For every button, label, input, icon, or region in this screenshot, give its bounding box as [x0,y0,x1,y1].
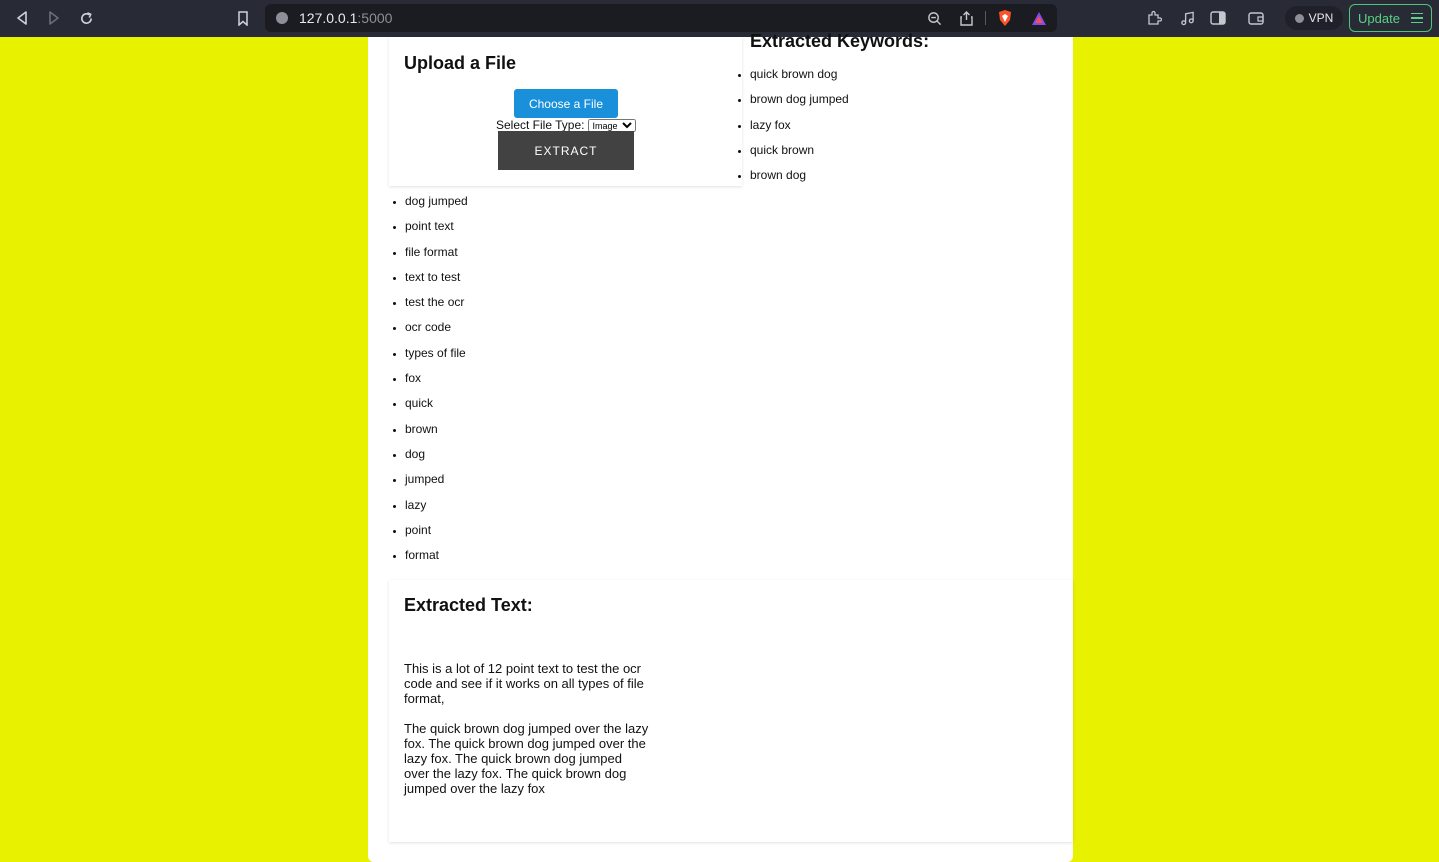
keyword-item: test the ocr [405,293,468,318]
keyword-item: file format [405,243,468,268]
keyword-item: lazy [405,496,468,521]
extract-button[interactable]: EXTRACT [498,131,634,170]
wallet-icon[interactable] [1246,8,1266,28]
keywords-list-left: dog jumpedpoint textfile formattext to t… [405,192,468,571]
keyword-item: text to test [405,268,468,293]
keyword-item: types of file [405,344,468,369]
keyword-item: jumped [405,470,468,495]
keyword-item: fox [405,369,468,394]
vpn-label: VPN [1308,11,1334,25]
keyword-item: quick brown [750,141,849,166]
keyword-item: lazy fox [750,116,849,141]
sidebar-icon[interactable] [1208,8,1228,28]
keyword-item: quick brown dog [750,65,849,90]
choose-file-button[interactable]: Choose a File [514,89,618,118]
extracted-paragraph: The quick brown dog jumped over the lazy… [404,721,649,796]
file-type-row: Select File Type: Image [496,118,636,132]
file-type-label: Select File Type: [496,118,585,132]
music-icon[interactable] [1177,8,1197,28]
keyword-item: dog [405,445,468,470]
vpn-button[interactable]: VPN [1285,6,1343,30]
keyword-item: brown dog [750,166,849,191]
update-label: Update [1358,10,1400,26]
page-container: Upload a File Choose a File Select File … [368,31,1073,862]
share-icon[interactable] [957,9,975,27]
vpn-status-icon [1294,13,1304,23]
extracted-text-title: Extracted Text: [404,595,533,615]
bookmark-icon[interactable] [232,8,254,28]
zoom-icon[interactable] [925,9,943,27]
keyword-item: dog jumped [405,192,468,217]
keyword-item: quick [405,394,468,419]
back-icon[interactable] [11,8,33,28]
browser-toolbar: 127.0.0.1:5000 VPN Update [0,0,1439,37]
extracted-paragraph: This is a lot of 12 point text to test t… [404,661,644,706]
keyword-item: point [405,521,468,546]
reload-icon[interactable] [75,8,97,28]
upload-title: Upload a File [404,53,517,73]
address-bar[interactable]: 127.0.0.1:5000 [265,4,1057,32]
menu-icon [1411,13,1423,23]
upload-card: Upload a File Choose a File Select File … [389,37,742,186]
file-type-select[interactable]: Image [587,118,636,132]
keyword-item: brown [405,420,468,445]
keyword-item: ocr code [405,318,468,343]
extracted-text-body: This is a lot of 12 point text to test t… [404,661,649,811]
update-button[interactable]: Update [1349,4,1432,32]
extracted-text-card: Extracted Text: This is a lot of 12 poin… [389,580,1073,842]
forward-icon[interactable] [43,8,65,28]
site-info-icon[interactable] [276,12,288,24]
keyword-item: point text [405,217,468,242]
keyword-item: format [405,546,468,571]
brave-shields-icon[interactable] [996,9,1014,27]
keywords-title: Extracted Keywords: [750,31,930,51]
extensions-icon[interactable] [1144,8,1164,28]
brave-rewards-icon[interactable] [1030,9,1048,27]
keyword-item: brown dog jumped [750,90,849,115]
url-text: 127.0.0.1:5000 [299,10,393,26]
keywords-list-right: quick brown dogbrown dog jumpedlazy foxq… [750,65,849,191]
